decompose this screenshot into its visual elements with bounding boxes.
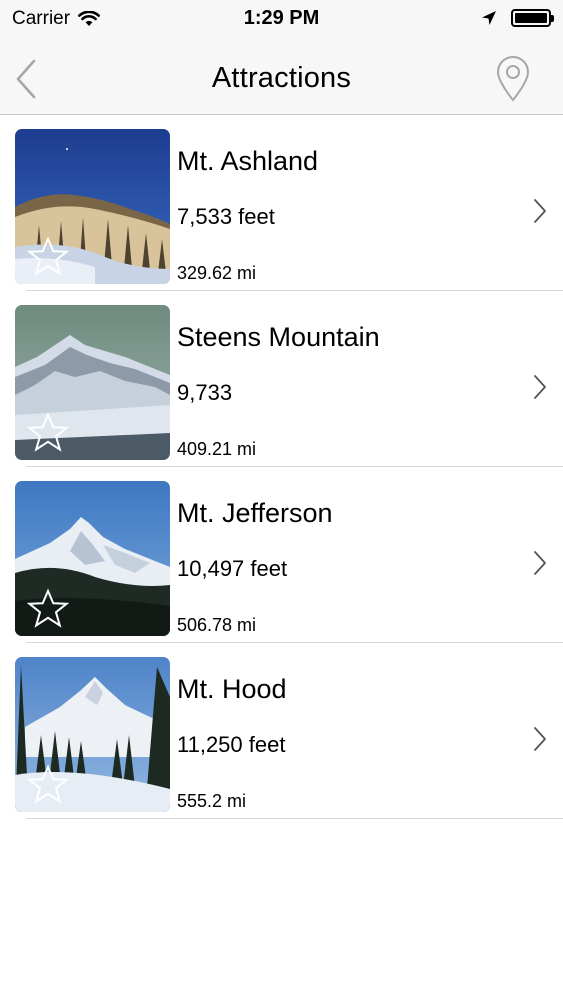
list-item-mt-ashland[interactable]: Mt. Ashland 7,533 feet 329.62 mi (0, 115, 563, 291)
attraction-distance: 329.62 mi (177, 263, 257, 283)
attraction-name: Mt. Jefferson (177, 498, 333, 528)
attraction-elevation: 7,533 feet (177, 204, 275, 229)
favorite-star-icon[interactable] (27, 236, 69, 278)
battery-icon (511, 9, 554, 27)
attraction-name: Steens Mountain (177, 322, 380, 352)
attractions-list: Mt. Ashland 7,533 feet 329.62 mi Steens … (0, 115, 563, 819)
chevron-right-icon (534, 551, 546, 575)
location-arrow-icon (482, 11, 496, 25)
list-item-mt-jefferson[interactable]: Mt. Jefferson 10,497 feet 506.78 mi (0, 467, 563, 643)
list-item-mt-hood[interactable]: Mt. Hood 11,250 feet 555.2 mi (0, 643, 563, 819)
chevron-right-icon (534, 727, 546, 751)
attraction-photo (15, 657, 170, 812)
map-pin-icon (496, 56, 530, 102)
attraction-photo (15, 481, 170, 636)
attraction-elevation: 10,497 feet (177, 556, 288, 581)
navigation-bar: Attractions (0, 38, 563, 115)
attraction-photo (15, 305, 170, 460)
attraction-name: Mt. Hood (177, 674, 287, 704)
favorite-star-icon[interactable] (27, 588, 69, 630)
list-item-steens-mountain[interactable]: Steens Mountain 9,733 409.21 mi (0, 291, 563, 467)
chevron-right-icon (534, 199, 546, 223)
attraction-elevation: 9,733 (177, 380, 233, 405)
page-title: Attractions (211, 62, 352, 94)
status-time: 1:29 PM (243, 7, 320, 29)
chevron-right-icon (534, 375, 546, 399)
favorite-star-icon[interactable] (27, 412, 69, 454)
attraction-name: Mt. Ashland (177, 146, 319, 176)
attraction-distance: 555.2 mi (177, 791, 247, 811)
attraction-photo (15, 129, 170, 284)
favorite-star-icon[interactable] (27, 764, 69, 806)
attraction-distance: 409.21 mi (177, 439, 257, 459)
attraction-distance: 506.78 mi (177, 615, 257, 635)
attraction-elevation: 11,250 feet (177, 732, 286, 757)
status-bar: Carrier 1:29 PM (0, 0, 563, 38)
map-button[interactable] (493, 54, 533, 102)
status-right (481, 9, 554, 27)
